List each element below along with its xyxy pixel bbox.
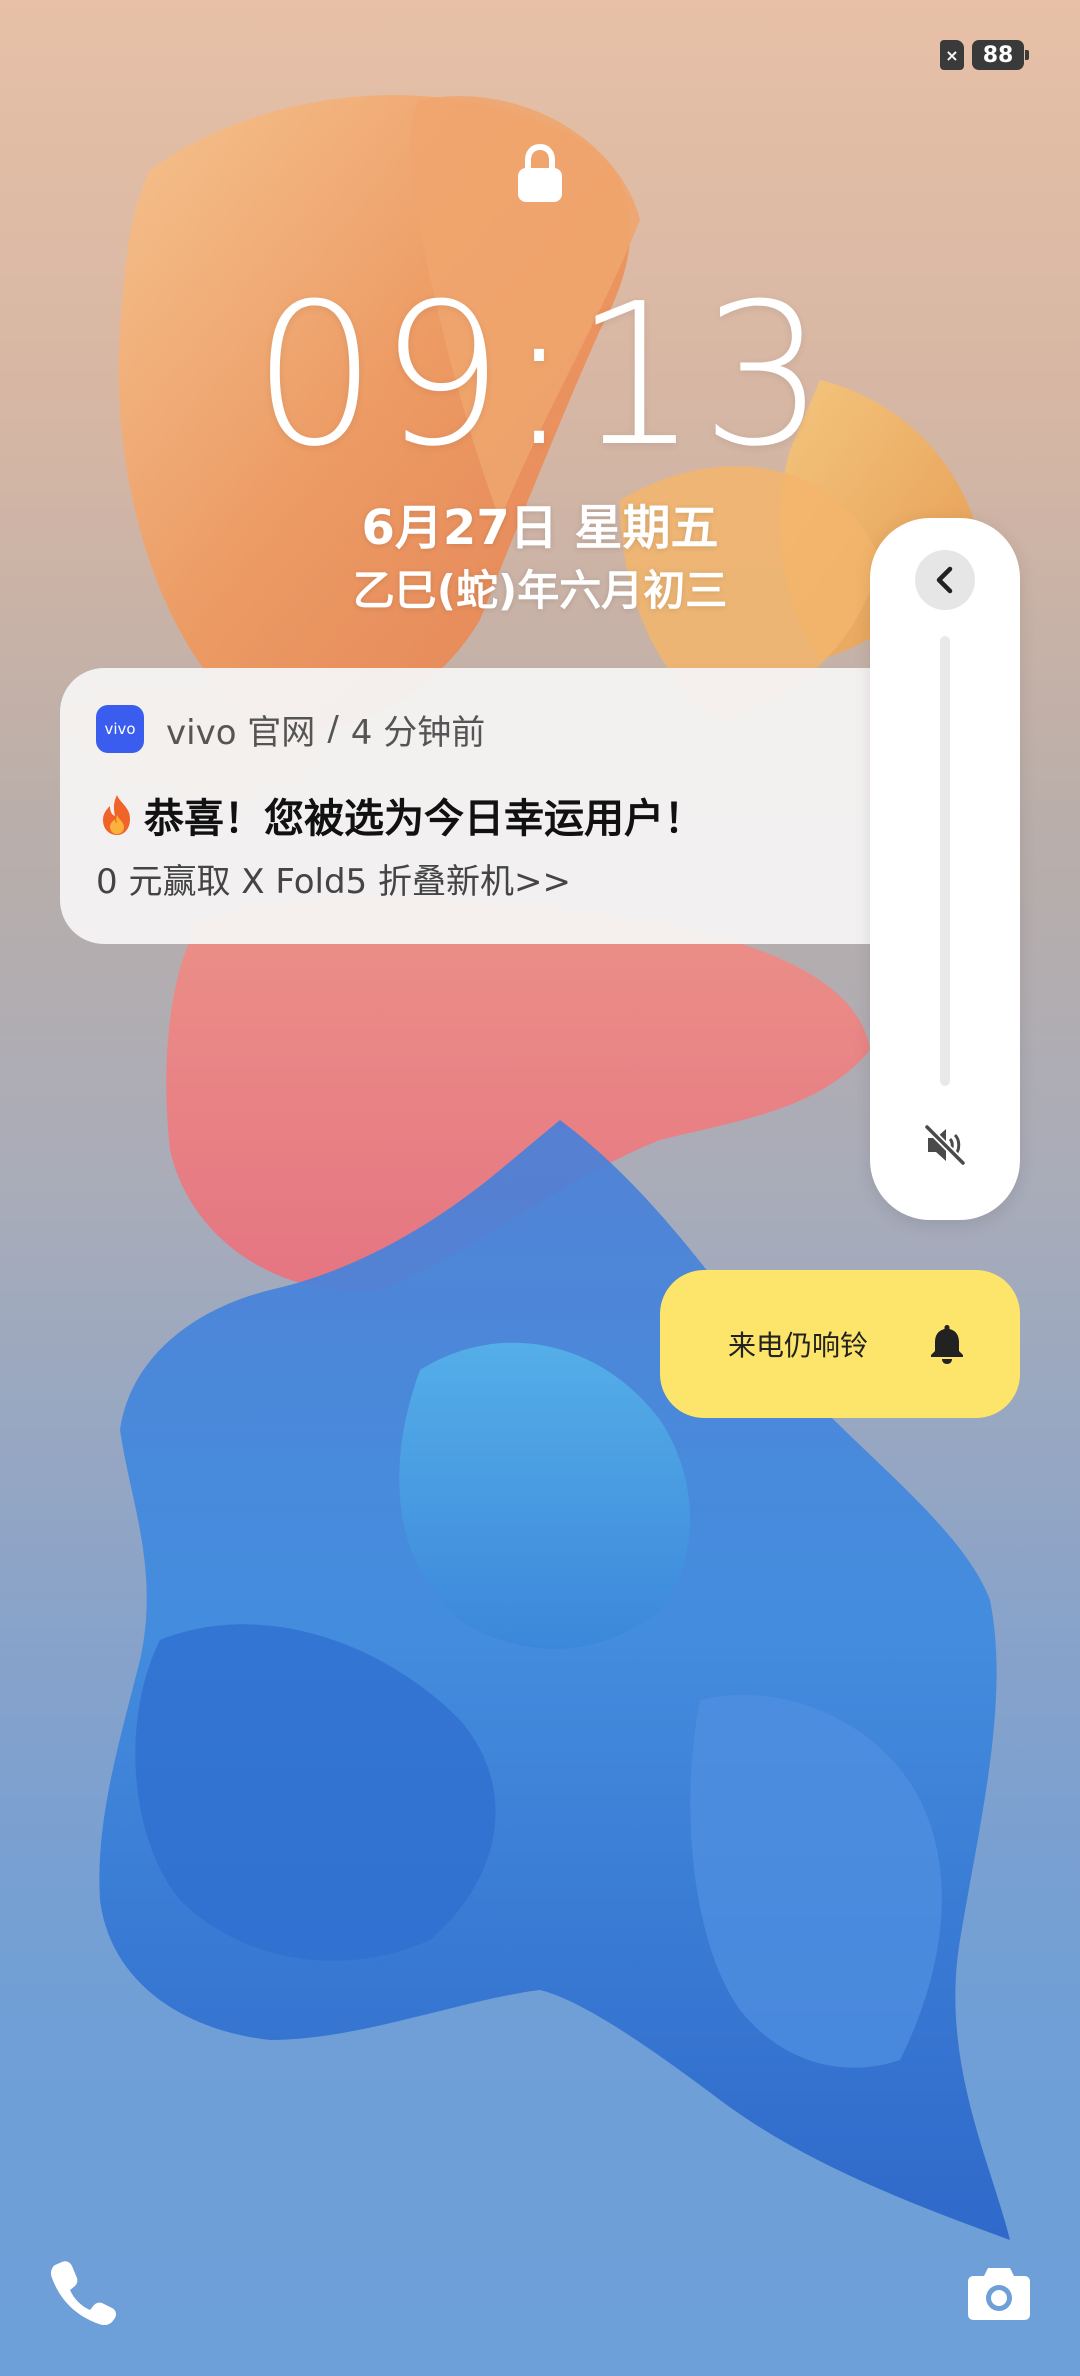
speaker-muted-icon[interactable] xyxy=(922,1122,968,1168)
sim-status-icon: × xyxy=(940,40,964,70)
lock-screen: × 88 09:13 6月27日 星期五 乙巳(蛇)年六月初三 vivo viv… xyxy=(0,0,1080,2376)
ring-toggle-label: 来电仍响铃 xyxy=(728,1329,869,1362)
volume-panel xyxy=(870,518,1020,1220)
notification-card[interactable]: vivo vivo 官网 / 4 分钟前 恭喜！您被选为今日幸运用户！ 0 元赢… xyxy=(60,668,960,944)
notification-app-name: vivo 官网 xyxy=(166,712,316,753)
battery-indicator: 88 xyxy=(972,40,1029,70)
chevron-left-icon xyxy=(936,566,953,594)
lock-icon xyxy=(518,144,562,202)
phone-icon[interactable] xyxy=(48,2256,118,2326)
volume-slider[interactable] xyxy=(940,636,950,1086)
notification-time: 4 分钟前 xyxy=(350,712,486,753)
notification-title: 恭喜！您被选为今日幸运用户！ xyxy=(96,786,924,844)
status-bar: × 88 xyxy=(940,40,1029,70)
vivo-app-icon: vivo xyxy=(96,705,144,753)
ring-toggle-card[interactable]: 来电仍响铃 xyxy=(660,1270,1020,1418)
fire-icon xyxy=(103,795,130,835)
bell-icon xyxy=(931,1325,963,1364)
notification-body: 0 元赢取 X Fold5 折叠新机>> xyxy=(96,862,571,902)
camera-icon[interactable] xyxy=(966,2262,1032,2322)
notification-header: vivo vivo 官网 / 4 分钟前 xyxy=(96,704,924,754)
notification-title-text: 恭喜！您被选为今日幸运用户！ xyxy=(144,796,704,842)
clock-time: 09:13 xyxy=(252,262,828,490)
collapse-volume-button[interactable] xyxy=(915,550,975,610)
notification-separator: / xyxy=(327,709,339,749)
